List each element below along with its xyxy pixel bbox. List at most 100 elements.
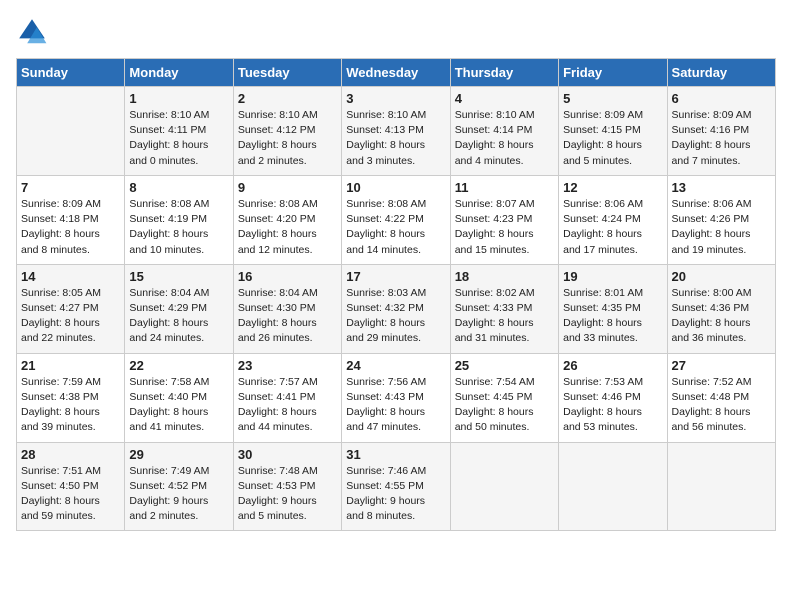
calendar-cell: 3 Sunrise: 8:10 AM Sunset: 4:13 PM Daylig… [342,87,450,176]
cell-info: Sunrise: 8:06 AM Sunset: 4:24 PM Dayligh… [563,197,662,258]
calendar-cell: 2Sunrise: 8:10 AM Sunset: 4:12 PM Daylig… [233,87,341,176]
calendar-cell: 26Sunrise: 7:53 AM Sunset: 4:46 PM Dayli… [559,353,667,442]
day-number: 17 [346,269,445,284]
day-number: 7 [21,180,120,195]
col-header-thursday: Thursday [450,59,558,87]
col-header-sunday: Sunday [17,59,125,87]
cell-info: Sunrise: 7:49 AM Sunset: 4:52 PM Dayligh… [129,464,228,525]
calendar-cell: 23 Sunrise: 7:57 AM Sunset: 4:41 PM Dayli… [233,353,341,442]
calendar-cell: 18 Sunrise: 8:02 AM Sunset: 4:33 PM Dayli… [450,264,558,353]
cell-info: Sunrise: 8:10 AM Sunset: 4:11 PM Dayligh… [129,108,228,169]
calendar-cell: 11 Sunrise: 8:07 AM Sunset: 4:23 PM Dayli… [450,175,558,264]
calendar-week-row: 21 Sunrise: 7:59 AM Sunset: 4:38 PM Dayli… [17,353,776,442]
day-number: 23 [238,358,337,373]
calendar-cell: 27Sunrise: 7:52 AM Sunset: 4:48 PM Dayli… [667,353,775,442]
calendar-cell: 4 Sunrise: 8:10 AM Sunset: 4:14 PM Daylig… [450,87,558,176]
cell-info: Sunrise: 7:58 AM Sunset: 4:40 PM Dayligh… [129,375,228,436]
day-number: 24 [346,358,445,373]
calendar-cell: 31 Sunrise: 7:46 AM Sunset: 4:55 PM Dayli… [342,442,450,531]
calendar-cell [559,442,667,531]
calendar-cell: 9 Sunrise: 8:08 AM Sunset: 4:20 PM Daylig… [233,175,341,264]
calendar-cell: 14 Sunrise: 8:05 AM Sunset: 4:27 PM Dayli… [17,264,125,353]
day-number: 5 [563,91,662,106]
page-header [16,16,776,48]
day-number: 22 [129,358,228,373]
cell-info: Sunrise: 7:53 AM Sunset: 4:46 PM Dayligh… [563,375,662,436]
day-number: 21 [21,358,120,373]
calendar-cell: 17 Sunrise: 8:03 AM Sunset: 4:32 PM Dayli… [342,264,450,353]
day-number: 12 [563,180,662,195]
cell-info: Sunrise: 8:00 AM Sunset: 4:36 PM Dayligh… [672,286,771,347]
col-header-saturday: Saturday [667,59,775,87]
calendar-cell: 20 Sunrise: 8:00 AM Sunset: 4:36 PM Dayli… [667,264,775,353]
calendar-cell: 28 Sunrise: 7:51 AM Sunset: 4:50 PM Dayli… [17,442,125,531]
day-number: 3 [346,91,445,106]
day-number: 1 [129,91,228,106]
calendar-header-row: SundayMondayTuesdayWednesdayThursdayFrid… [17,59,776,87]
cell-info: Sunrise: 8:08 AM Sunset: 4:22 PM Dayligh… [346,197,445,258]
cell-info: Sunrise: 8:08 AM Sunset: 4:20 PM Dayligh… [238,197,337,258]
day-number: 19 [563,269,662,284]
cell-info: Sunrise: 7:51 AM Sunset: 4:50 PM Dayligh… [21,464,120,525]
calendar-cell: 19 Sunrise: 8:01 AM Sunset: 4:35 PM Dayli… [559,264,667,353]
col-header-tuesday: Tuesday [233,59,341,87]
calendar-cell [450,442,558,531]
cell-info: Sunrise: 8:10 AM Sunset: 4:12 PM Dayligh… [238,108,337,169]
day-number: 28 [21,447,120,462]
day-number: 14 [21,269,120,284]
calendar-cell: 1 Sunrise: 8:10 AM Sunset: 4:11 PM Daylig… [125,87,233,176]
logo [16,16,52,48]
cell-info: Sunrise: 8:08 AM Sunset: 4:19 PM Dayligh… [129,197,228,258]
day-number: 4 [455,91,554,106]
calendar-cell: 25Sunrise: 7:54 AM Sunset: 4:45 PM Dayli… [450,353,558,442]
calendar-cell: 21 Sunrise: 7:59 AM Sunset: 4:38 PM Dayli… [17,353,125,442]
calendar-cell: 30 Sunrise: 7:48 AM Sunset: 4:53 PM Dayli… [233,442,341,531]
day-number: 8 [129,180,228,195]
day-number: 31 [346,447,445,462]
calendar-cell: 12 Sunrise: 8:06 AM Sunset: 4:24 PM Dayli… [559,175,667,264]
page-container: SundayMondayTuesdayWednesdayThursdayFrid… [0,0,792,541]
cell-info: Sunrise: 7:54 AM Sunset: 4:45 PM Dayligh… [455,375,554,436]
cell-info: Sunrise: 8:09 AM Sunset: 4:18 PM Dayligh… [21,197,120,258]
day-number: 29 [129,447,228,462]
cell-info: Sunrise: 8:04 AM Sunset: 4:30 PM Dayligh… [238,286,337,347]
col-header-friday: Friday [559,59,667,87]
calendar-cell: 15Sunrise: 8:04 AM Sunset: 4:29 PM Dayli… [125,264,233,353]
cell-info: Sunrise: 8:05 AM Sunset: 4:27 PM Dayligh… [21,286,120,347]
day-number: 16 [238,269,337,284]
cell-info: Sunrise: 8:03 AM Sunset: 4:32 PM Dayligh… [346,286,445,347]
calendar-cell: 13Sunrise: 8:06 AM Sunset: 4:26 PM Dayli… [667,175,775,264]
calendar-cell [667,442,775,531]
day-number: 11 [455,180,554,195]
cell-info: Sunrise: 7:46 AM Sunset: 4:55 PM Dayligh… [346,464,445,525]
cell-info: Sunrise: 7:48 AM Sunset: 4:53 PM Dayligh… [238,464,337,525]
calendar-cell: 5 Sunrise: 8:09 AM Sunset: 4:15 PM Daylig… [559,87,667,176]
day-number: 20 [672,269,771,284]
calendar-week-row: 1 Sunrise: 8:10 AM Sunset: 4:11 PM Daylig… [17,87,776,176]
calendar-cell: 29 Sunrise: 7:49 AM Sunset: 4:52 PM Dayli… [125,442,233,531]
calendar-cell: 22 Sunrise: 7:58 AM Sunset: 4:40 PM Dayli… [125,353,233,442]
day-number: 30 [238,447,337,462]
cell-info: Sunrise: 8:10 AM Sunset: 4:14 PM Dayligh… [455,108,554,169]
cell-info: Sunrise: 8:10 AM Sunset: 4:13 PM Dayligh… [346,108,445,169]
cell-info: Sunrise: 8:02 AM Sunset: 4:33 PM Dayligh… [455,286,554,347]
cell-info: Sunrise: 8:04 AM Sunset: 4:29 PM Dayligh… [129,286,228,347]
day-number: 6 [672,91,771,106]
calendar-cell: 16 Sunrise: 8:04 AM Sunset: 4:30 PM Dayli… [233,264,341,353]
cell-info: Sunrise: 7:59 AM Sunset: 4:38 PM Dayligh… [21,375,120,436]
calendar-body: 1 Sunrise: 8:10 AM Sunset: 4:11 PM Daylig… [17,87,776,531]
col-header-wednesday: Wednesday [342,59,450,87]
cell-info: Sunrise: 7:57 AM Sunset: 4:41 PM Dayligh… [238,375,337,436]
calendar-cell: 10Sunrise: 8:08 AM Sunset: 4:22 PM Dayli… [342,175,450,264]
day-number: 18 [455,269,554,284]
day-number: 9 [238,180,337,195]
cell-info: Sunrise: 8:07 AM Sunset: 4:23 PM Dayligh… [455,197,554,258]
calendar-week-row: 28 Sunrise: 7:51 AM Sunset: 4:50 PM Dayli… [17,442,776,531]
calendar-table: SundayMondayTuesdayWednesdayThursdayFrid… [16,58,776,531]
day-number: 27 [672,358,771,373]
cell-info: Sunrise: 8:01 AM Sunset: 4:35 PM Dayligh… [563,286,662,347]
calendar-week-row: 14 Sunrise: 8:05 AM Sunset: 4:27 PM Dayli… [17,264,776,353]
cell-info: Sunrise: 8:09 AM Sunset: 4:15 PM Dayligh… [563,108,662,169]
calendar-cell: 24Sunrise: 7:56 AM Sunset: 4:43 PM Dayli… [342,353,450,442]
calendar-cell: 8 Sunrise: 8:08 AM Sunset: 4:19 PM Daylig… [125,175,233,264]
